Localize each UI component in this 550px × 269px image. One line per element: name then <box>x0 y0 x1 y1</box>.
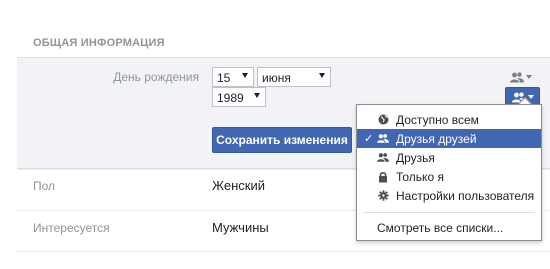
menu-item-label: Друзья <box>396 150 435 165</box>
chevron-down-icon <box>242 73 248 78</box>
year-value: 1989 <box>217 91 244 105</box>
lock-icon <box>377 171 389 183</box>
menu-item-label: Только я <box>396 169 444 184</box>
chevron-down-icon <box>254 93 260 98</box>
interested-in-value: Мужчины <box>212 220 269 235</box>
month-select[interactable]: июня <box>257 67 331 87</box>
month-value: июня <box>262 71 291 85</box>
friends-icon <box>377 152 389 164</box>
menu-item-label: Друзья друзей <box>396 131 477 146</box>
year-select[interactable]: 1989 <box>212 87 266 107</box>
menu-item-public[interactable]: Доступно всем <box>357 110 541 129</box>
interested-in-label: Интересуется <box>33 221 110 235</box>
globe-icon <box>377 114 389 126</box>
menu-item-friends[interactable]: Друзья <box>357 148 541 167</box>
chevron-down-icon <box>526 75 532 79</box>
chevron-down-icon <box>319 73 325 78</box>
gear-icon <box>377 190 389 202</box>
friends-icon <box>510 71 524 82</box>
divider <box>17 251 550 252</box>
menu-item-custom[interactable]: Настройки пользователя <box>357 186 541 205</box>
day-value: 15 <box>217 71 231 85</box>
gender-value: Женский <box>212 178 265 193</box>
birthday-label: День рождения <box>113 70 199 84</box>
gender-label: Пол <box>33 179 56 193</box>
day-select[interactable]: 15 <box>212 67 254 87</box>
menu-item-label: Настройки пользователя <box>396 188 535 203</box>
audience-selector-button[interactable] <box>506 68 536 86</box>
menu-item-friends-of-friends[interactable]: ✓ Друзья друзей <box>357 129 541 148</box>
see-all-lists-link[interactable]: Смотреть все списки... <box>377 221 503 235</box>
friends-of-friends-icon <box>377 133 389 145</box>
menu-item-label: Доступно всем <box>396 112 479 127</box>
checkmark-icon: ✓ <box>364 133 374 145</box>
section-title: ОБЩАЯ ИНФОРМАЦИЯ <box>33 37 165 49</box>
chevron-down-icon <box>527 95 534 99</box>
audience-dropdown-menu: Доступно всем ✓ Друзья друзей Друзья Тол… <box>356 104 542 241</box>
menu-item-only-me[interactable]: Только я <box>357 167 541 186</box>
divider <box>363 212 535 213</box>
save-changes-button[interactable]: Сохранить изменения <box>212 127 352 153</box>
